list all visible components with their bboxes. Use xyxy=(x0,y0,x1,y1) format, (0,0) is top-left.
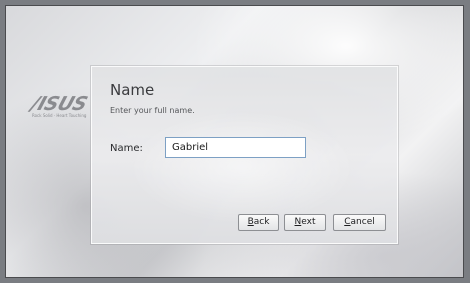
next-button-label: ext xyxy=(301,217,316,227)
asus-logo-wordmark: /ISUS xyxy=(28,93,90,115)
back-button[interactable]: Back xyxy=(238,214,279,231)
name-dialog: Name Enter your full name. Name: Gabriel… xyxy=(91,66,398,244)
name-input[interactable]: Gabriel xyxy=(165,137,306,158)
name-field-label: Name: xyxy=(110,143,143,154)
cancel-button-label: ancel xyxy=(350,217,375,227)
asus-logo-tagline: Rock Solid · Heart Touching xyxy=(32,113,87,118)
setup-background: /ISUS Rock Solid · Heart Touching Name E… xyxy=(5,5,464,278)
cancel-button[interactable]: Cancel xyxy=(333,214,386,231)
next-button[interactable]: Next xyxy=(284,214,326,231)
back-button-label: ack xyxy=(253,217,270,227)
page-title: Name xyxy=(110,81,155,99)
page-subtitle: Enter your full name. xyxy=(110,106,195,115)
